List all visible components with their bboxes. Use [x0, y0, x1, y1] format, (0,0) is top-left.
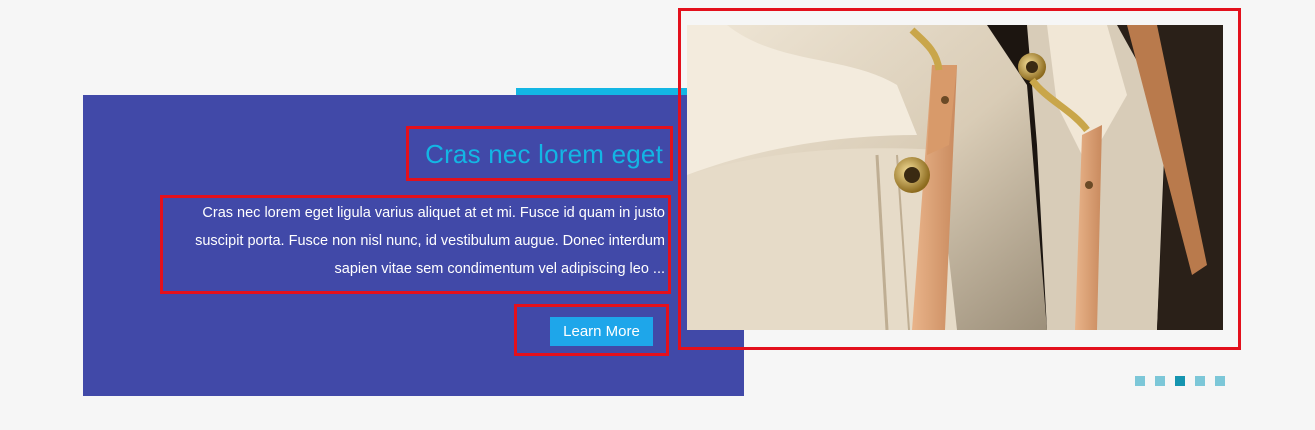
slider-dot-3[interactable]: [1175, 376, 1185, 386]
slider-dot-4[interactable]: [1195, 376, 1205, 386]
button-highlight: [514, 304, 669, 356]
slider-dot-5[interactable]: [1215, 376, 1225, 386]
image-highlight: [678, 8, 1241, 350]
description-highlight: [160, 195, 671, 294]
slider-dot-2[interactable]: [1155, 376, 1165, 386]
accent-bar: [516, 88, 688, 95]
slider-pagination: [1135, 376, 1225, 386]
slider: Cras nec lorem eget Cras nec lorem eget …: [0, 0, 1315, 430]
slider-dot-1[interactable]: [1135, 376, 1145, 386]
title-highlight: [406, 126, 673, 181]
